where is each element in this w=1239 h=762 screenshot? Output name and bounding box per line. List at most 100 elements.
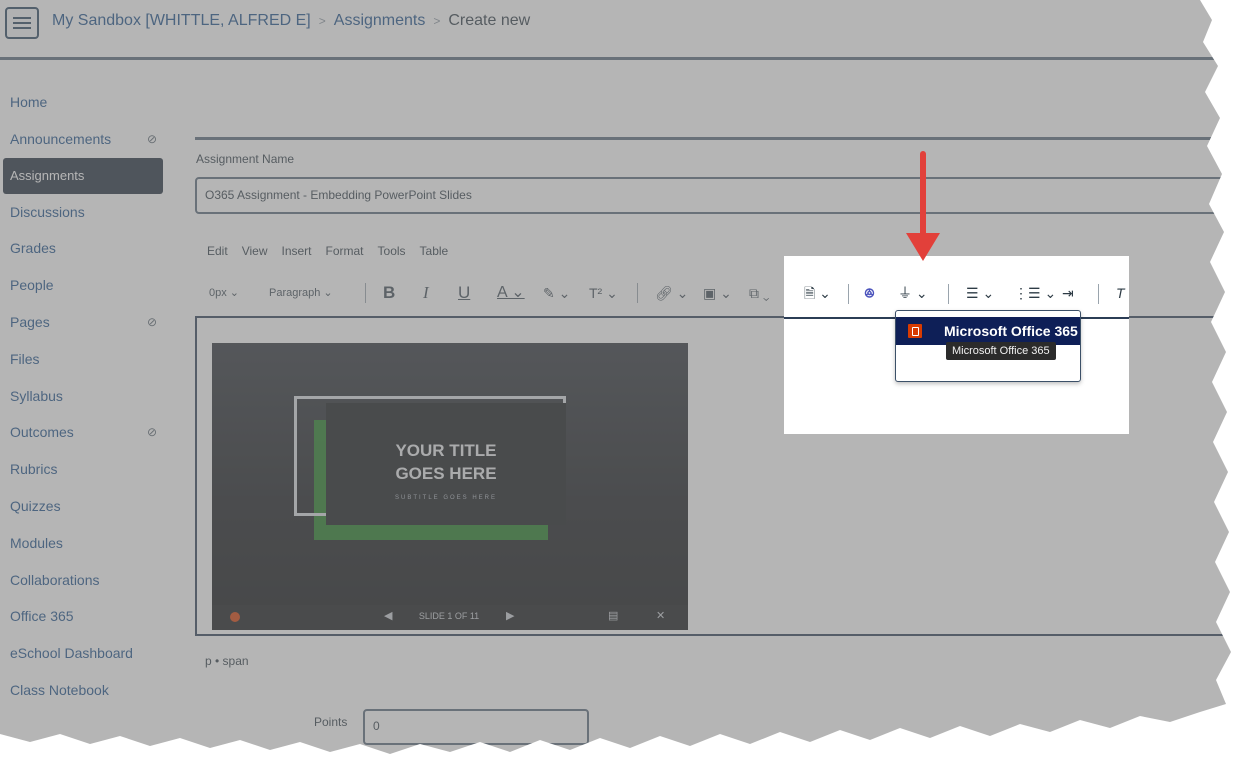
nav-item-label: Home bbox=[10, 94, 48, 110]
assignment-name-label: Assignment Name bbox=[196, 152, 295, 166]
breadcrumb-course[interactable]: My Sandbox [WHITTLE, ALFRED E] bbox=[52, 12, 311, 29]
nav-item-label: Quizzes bbox=[10, 497, 61, 514]
link-icon[interactable]: 🔗︎ ⌄ bbox=[655, 280, 688, 306]
slide-counter: SLIDE 1 OF 11 bbox=[418, 611, 480, 621]
nav-item-grades[interactable]: Grades bbox=[3, 230, 163, 267]
nav-item-eschool-dashboard[interactable]: eSchool Dashboard bbox=[3, 635, 163, 672]
nav-item-label: Syllabus bbox=[10, 387, 63, 404]
nav-item-label: Assignments bbox=[10, 167, 85, 183]
toolbar-separator bbox=[948, 284, 949, 304]
page: My Sandbox [WHITTLE, ALFRED E] > Assignmen… bbox=[0, 0, 1239, 762]
align-icon[interactable]: ☰ ⌄ bbox=[966, 280, 994, 306]
toolbar-separator bbox=[365, 283, 366, 303]
nav-item-pages[interactable]: Pages ⊘ bbox=[3, 304, 163, 341]
bold-icon[interactable]: B bbox=[383, 280, 395, 306]
superscript-icon[interactable]: T² ⌄ bbox=[589, 280, 618, 306]
tooltip: Microsoft Office 365 bbox=[946, 342, 1056, 360]
document-icon[interactable]: 🗎︎ ⌄ bbox=[804, 280, 831, 306]
nav-item-syllabus[interactable]: Syllabus bbox=[3, 378, 163, 415]
image-icon[interactable]: ▣ ⌄ bbox=[703, 280, 732, 306]
page-header: My Sandbox [WHITTLE, ALFRED E] > Assignmen… bbox=[0, 0, 1239, 60]
nav-item-label: eSchool Dashboard bbox=[10, 645, 133, 662]
nav-item-discussions[interactable]: Discussions bbox=[3, 194, 163, 231]
content-divider bbox=[195, 137, 1239, 140]
italic-icon[interactable]: I bbox=[423, 280, 429, 306]
nav-item-home[interactable]: Home bbox=[3, 84, 163, 121]
slide-preview: YOUR TITLE GOES HERE SUBTITLE GOES HERE bbox=[212, 343, 688, 605]
menu-table[interactable]: Table bbox=[420, 244, 449, 258]
slide-title-line: GOES HERE bbox=[395, 464, 497, 483]
clear-format-icon[interactable]: T bbox=[1116, 280, 1125, 306]
points-input[interactable]: 0 bbox=[363, 709, 589, 745]
office-365-icon bbox=[908, 324, 922, 338]
nav-item-label: Modules bbox=[10, 534, 63, 551]
plug-icon[interactable]: ⏚ ⌄ bbox=[898, 280, 928, 306]
nav-item-label: Discussions bbox=[10, 203, 85, 220]
editor-menubar: Edit View Insert Format Tools Table bbox=[207, 244, 462, 258]
course-navigation: Home Announcements ⊘ Assignments Discussi… bbox=[3, 84, 163, 709]
nav-item-modules[interactable]: Modules bbox=[3, 525, 163, 562]
nav-item-assignments[interactable]: Assignments bbox=[3, 157, 163, 194]
slide-title: YOUR TITLE GOES HERE bbox=[326, 439, 566, 485]
nav-item-label: Grades bbox=[10, 240, 56, 257]
assignment-name-input[interactable]: O365 Assignment - Embedding PowerPoint S… bbox=[195, 177, 1239, 214]
next-slide-icon[interactable]: ▶ bbox=[506, 609, 514, 622]
font-size-select[interactable]: 0px ⌄ bbox=[209, 280, 239, 306]
embedded-powerpoint[interactable]: YOUR TITLE GOES HERE SUBTITLE GOES HERE ◀… bbox=[212, 343, 688, 630]
nav-item-people[interactable]: People bbox=[3, 267, 163, 304]
text-color-icon[interactable]: A ⌄ bbox=[497, 280, 525, 306]
header-divider bbox=[0, 57, 1239, 60]
eye-slash-icon: ⊘ bbox=[146, 314, 157, 329]
block-format-select[interactable]: Paragraph ⌄ bbox=[269, 280, 333, 306]
block-format-value: Paragraph bbox=[269, 287, 321, 299]
breadcrumb-separator-icon: > bbox=[318, 14, 326, 28]
indent-icon[interactable]: ⇥ bbox=[1062, 280, 1074, 306]
office-logo-icon bbox=[230, 612, 240, 622]
nav-item-announcements[interactable]: Announcements ⊘ bbox=[3, 121, 163, 158]
eye-slash-icon: ⊘ bbox=[146, 425, 157, 440]
nav-item-label: Office 365 bbox=[10, 608, 74, 625]
dropdown-item-office-365[interactable]: Microsoft Office 365 bbox=[896, 317, 1080, 345]
nav-item-files[interactable]: Files bbox=[3, 341, 163, 378]
nav-item-label: Announcements bbox=[10, 130, 112, 147]
nav-item-collaborations[interactable]: Collaborations bbox=[3, 562, 163, 599]
nav-item-rubrics[interactable]: Rubrics bbox=[3, 451, 163, 488]
slide-options-icon[interactable]: ▤ bbox=[608, 609, 618, 622]
toolbar-separator bbox=[848, 284, 849, 304]
breadcrumb-assignments[interactable]: Assignments bbox=[334, 12, 426, 29]
breadcrumb-current: Create new bbox=[448, 12, 531, 29]
nav-item-label: People bbox=[10, 277, 54, 294]
teams-icon[interactable]: ꔮ bbox=[864, 280, 875, 306]
highlight-color-icon[interactable]: ✎ ⌄ bbox=[543, 280, 570, 306]
list-icon[interactable]: ⋮☰ ⌄ bbox=[1014, 280, 1056, 306]
eye-slash-icon: ⊘ bbox=[146, 131, 157, 146]
menu-insert[interactable]: Insert bbox=[281, 244, 311, 258]
nav-item-label: Collaborations bbox=[10, 571, 100, 588]
breadcrumb: My Sandbox [WHITTLE, ALFRED E] > Assignmen… bbox=[52, 12, 530, 30]
underline-icon[interactable]: U bbox=[458, 280, 470, 306]
nav-item-class-notebook[interactable]: Class Notebook bbox=[3, 672, 163, 709]
nav-item-office-365[interactable]: Office 365 bbox=[3, 598, 163, 635]
breadcrumb-separator-icon: > bbox=[433, 14, 441, 28]
menu-tools[interactable]: Tools bbox=[378, 244, 406, 258]
toolbar-separator bbox=[1098, 284, 1099, 304]
hamburger-menu-button[interactable] bbox=[5, 7, 39, 39]
media-icon[interactable]: ⧉ ⌄ bbox=[749, 280, 770, 306]
dropdown-item-label: Microsoft Office 365 bbox=[944, 323, 1078, 339]
menu-format[interactable]: Format bbox=[326, 244, 364, 258]
highlighted-toolbar-region: 🗎︎ ⌄ ꔮ ⏚ ⌄ ☰ ⌄ ⋮☰ ⌄ ⇥ T Microsoft Office… bbox=[784, 256, 1129, 434]
fullscreen-icon[interactable]: ✕ bbox=[656, 609, 665, 622]
element-path: p • span bbox=[205, 654, 249, 668]
nav-item-label: Rubrics bbox=[10, 461, 58, 478]
annotation-arrow-shaft bbox=[920, 151, 926, 237]
menu-view[interactable]: View bbox=[242, 244, 268, 258]
menu-edit[interactable]: Edit bbox=[207, 244, 228, 258]
nav-item-label: Files bbox=[10, 350, 40, 367]
toolbar-separator bbox=[637, 283, 638, 303]
font-size-value: 0px bbox=[209, 287, 227, 299]
nav-item-outcomes[interactable]: Outcomes ⊘ bbox=[3, 414, 163, 451]
annotation-arrow-head bbox=[906, 233, 940, 261]
slide-subtitle: SUBTITLE GOES HERE bbox=[394, 495, 497, 501]
nav-item-quizzes[interactable]: Quizzes bbox=[3, 488, 163, 525]
nav-item-label: Class Notebook bbox=[10, 681, 109, 698]
